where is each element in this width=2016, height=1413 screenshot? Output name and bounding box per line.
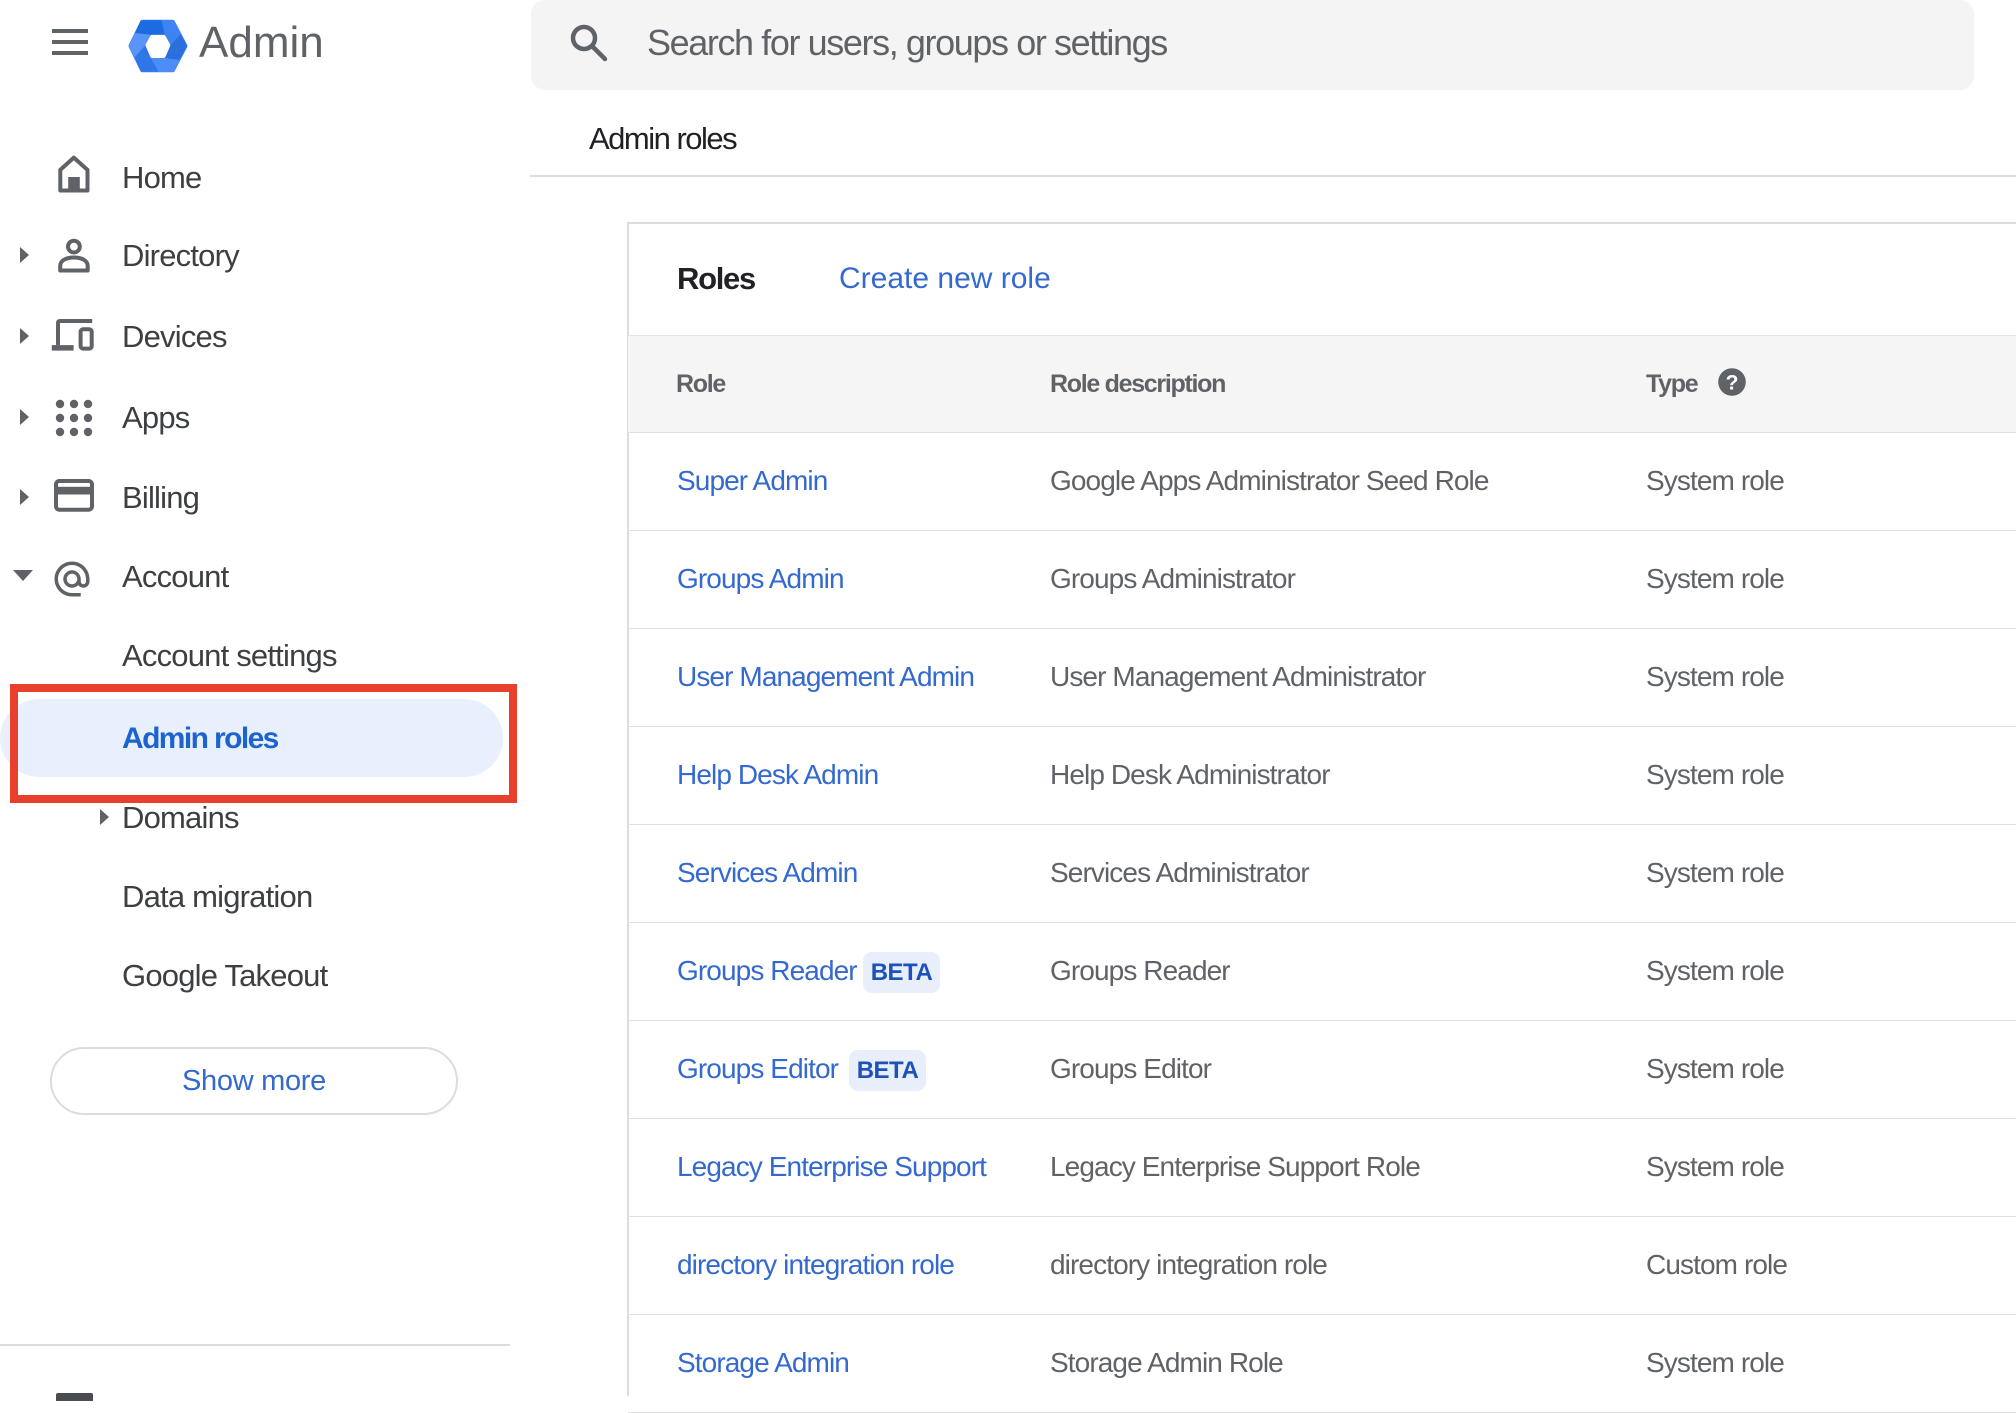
svg-text:?: ? (1726, 372, 1739, 395)
